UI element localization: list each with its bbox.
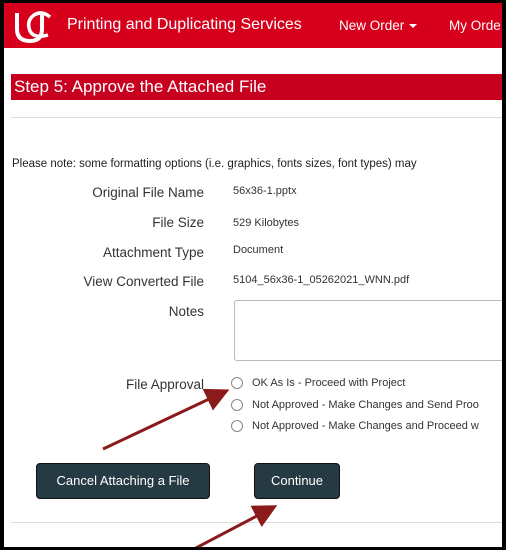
view-converted-file-label: View Converted File bbox=[83, 274, 204, 289]
radio-button[interactable] bbox=[231, 420, 243, 433]
approval-option-label: OK As Is - Proceed with Project bbox=[252, 377, 406, 389]
arrow-to-file-approval bbox=[102, 388, 230, 451]
approval-option-label: Not Approved - Make Changes and Send Pro… bbox=[252, 399, 479, 411]
approval-option-proceed[interactable]: Not Approved - Make Changes and Proceed … bbox=[231, 420, 479, 433]
approval-option-label: Not Approved - Make Changes and Proceed … bbox=[252, 420, 479, 432]
divider bbox=[11, 522, 502, 523]
nav-my-orders[interactable]: My Orde bbox=[449, 18, 501, 33]
top-navbar: Printing and Duplicating Services New Or… bbox=[4, 3, 502, 48]
approval-option-ok[interactable]: OK As Is - Proceed with Project bbox=[231, 377, 406, 390]
divider bbox=[11, 117, 502, 118]
notes-label: Notes bbox=[168, 304, 204, 319]
notes-textarea[interactable] bbox=[234, 300, 502, 361]
caret-down-icon bbox=[409, 24, 418, 29]
attachment-type-label: Attachment Type bbox=[102, 245, 204, 260]
file-size-value: 529 Kilobytes bbox=[233, 217, 300, 229]
continue-button[interactable]: Continue bbox=[254, 463, 340, 499]
format-note: Please note: some formatting options (i.… bbox=[12, 158, 417, 170]
nav-my-orders-label: My Orde bbox=[449, 18, 501, 33]
file-approval-label: File Approval bbox=[125, 377, 204, 392]
uc-logo-icon[interactable] bbox=[12, 7, 52, 45]
nav-new-order-label: New Order bbox=[339, 18, 405, 33]
original-file-name-value: 56x36-1.pptx bbox=[233, 185, 297, 197]
original-file-name-label: Original File Name bbox=[92, 185, 204, 200]
file-size-label: File Size bbox=[152, 215, 204, 230]
nav-new-order[interactable]: New Order bbox=[339, 18, 418, 33]
page-frame: Printing and Duplicating Services New Or… bbox=[4, 3, 502, 547]
view-converted-file-link[interactable]: 5104_56x36-1_05262021_WNN.pdf bbox=[233, 274, 409, 286]
arrow-to-continue bbox=[194, 505, 278, 547]
step-title: Step 5: Approve the Attached File bbox=[11, 74, 502, 100]
cancel-attaching-button[interactable]: Cancel Attaching a File bbox=[36, 463, 210, 499]
brand-title[interactable]: Printing and Duplicating Services bbox=[67, 16, 302, 34]
radio-button[interactable] bbox=[231, 377, 243, 390]
radio-button[interactable] bbox=[231, 399, 243, 412]
attachment-type-value: Document bbox=[233, 244, 284, 256]
approval-option-send-proof[interactable]: Not Approved - Make Changes and Send Pro… bbox=[231, 399, 479, 412]
